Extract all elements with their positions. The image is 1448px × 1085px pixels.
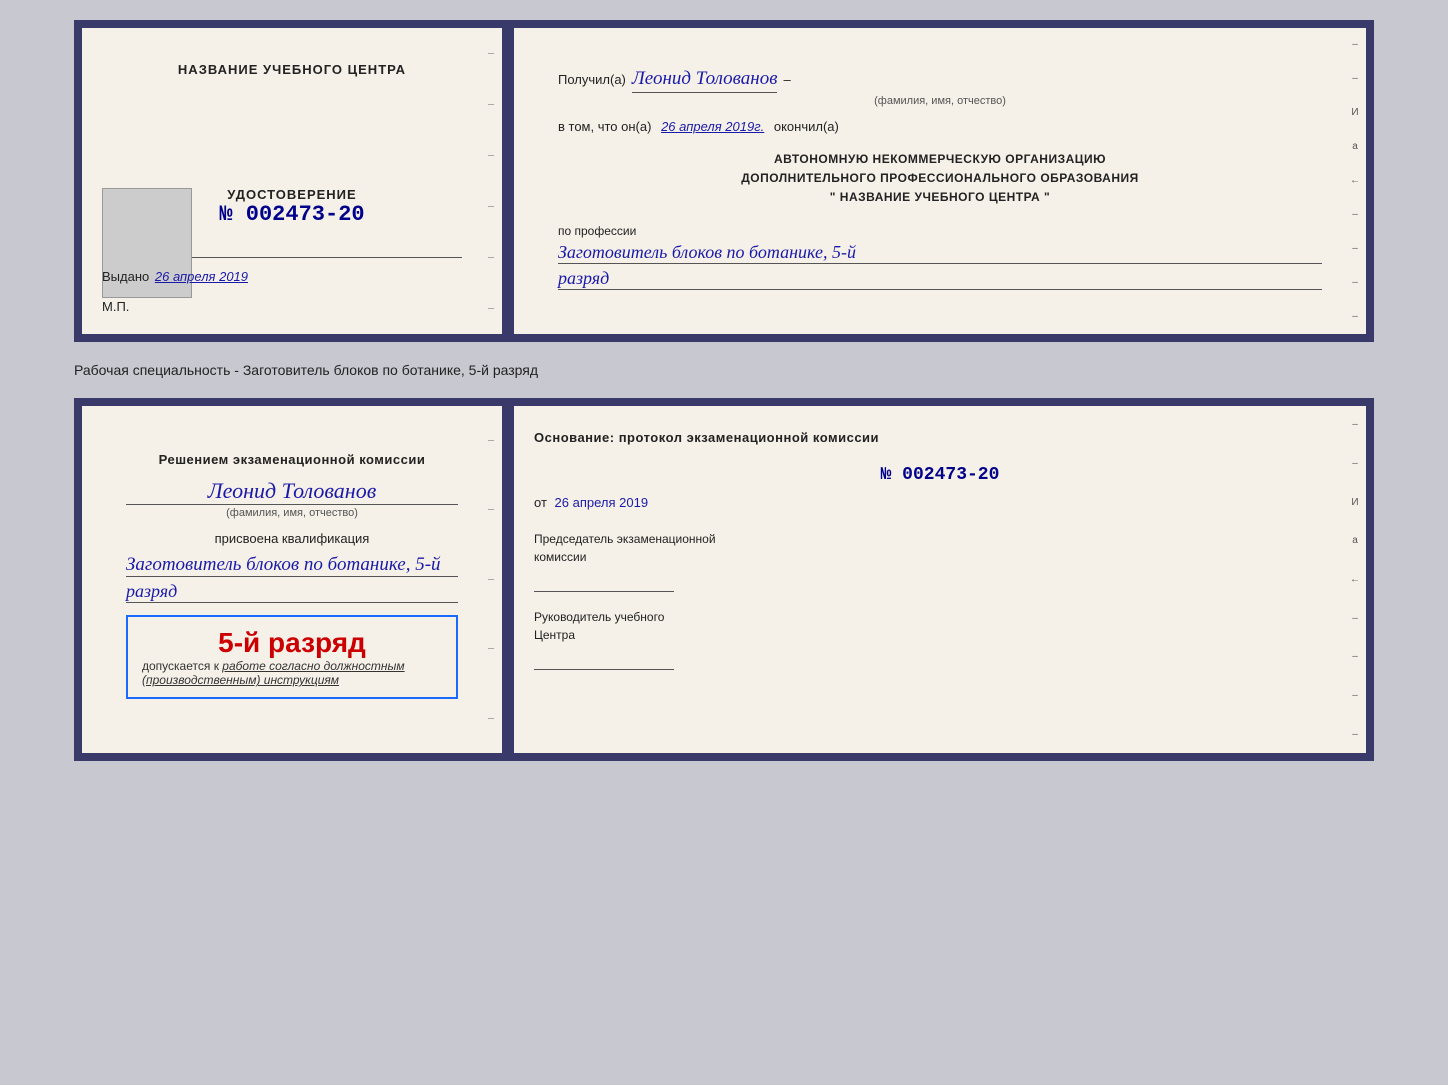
fio-sublabel-bottom: (фамилия, имя, отчество) bbox=[126, 507, 458, 519]
resheniyem-line: Решением экзаменационной комиссии bbox=[126, 450, 458, 471]
protocol-number: № 002473-20 bbox=[534, 465, 1346, 485]
rukovoditel-line2: Центра bbox=[534, 626, 1346, 644]
right-edge-marks-top: – – И а ← – – – – bbox=[1348, 28, 1362, 334]
subtitle-text: Рабочая специальность - Заготовитель бло… bbox=[74, 362, 538, 378]
org-line3: " НАЗВАНИЕ УЧЕБНОГО ЦЕНТРА " bbox=[558, 188, 1322, 207]
vtom-row: в том, что он(а) 26 апреля 2019г. окончи… bbox=[558, 119, 1322, 134]
bottom-cert-left: Решением экзаменационной комиссии Леонид… bbox=[82, 406, 502, 754]
rukovoditel-line1: Руководитель учебного bbox=[534, 608, 1346, 626]
predsedatel-line2: комиссии bbox=[534, 548, 1346, 566]
mark-dash6: – bbox=[1352, 311, 1358, 322]
rukovoditel-signature bbox=[534, 650, 674, 670]
right-content-top: Получил(а) Леонид Толованов – (фамилия, … bbox=[534, 52, 1346, 310]
okonchil-label: окончил(а) bbox=[774, 119, 839, 134]
tick6 bbox=[488, 308, 494, 309]
prisvoena-line: присвоена квалификация bbox=[126, 531, 458, 546]
center-title-top: НАЗВАНИЕ УЧЕБНОГО ЦЕНТРА bbox=[102, 62, 482, 77]
border-marks-top-left bbox=[484, 28, 498, 334]
poluchil-row: Получил(а) Леонид Толованов – bbox=[558, 68, 1322, 93]
bmark-arrow: ← bbox=[1350, 574, 1360, 585]
top-certificate: НАЗВАНИЕ УЧЕБНОГО ЦЕНТРА УДОСТОВЕРЕНИЕ №… bbox=[74, 20, 1374, 342]
top-cert-left: НАЗВАНИЕ УЧЕБНОГО ЦЕНТРА УДОСТОВЕРЕНИЕ №… bbox=[82, 28, 502, 334]
predsedatel-block: Председатель экзаменационной комиссии bbox=[534, 530, 1346, 592]
poluchil-prefix: Получил(а) bbox=[558, 72, 626, 87]
razryad-bottom: разряд bbox=[126, 581, 458, 603]
vydano-date: 26 апреля 2019 bbox=[155, 269, 248, 284]
mark-а: а bbox=[1352, 141, 1358, 152]
mark-arrow: ← bbox=[1350, 175, 1360, 186]
mark-dash5: – bbox=[1352, 277, 1358, 288]
tick5 bbox=[488, 257, 494, 258]
resheniyem-block: Решением экзаменационной комиссии bbox=[126, 450, 458, 471]
razryad-text-top: разряд bbox=[558, 268, 1322, 290]
stamp-rank-text: 5-й разряд bbox=[142, 627, 442, 659]
recipient-name-top: Леонид Толованов bbox=[632, 68, 778, 93]
tick2 bbox=[488, 104, 494, 105]
mp-label: М.П. bbox=[102, 299, 129, 314]
divider-top bbox=[506, 28, 510, 334]
bottom-cert-right: Основание: протокол экзаменационной коми… bbox=[514, 406, 1366, 754]
recipient-name-bottom: Леонид Толованов bbox=[126, 478, 458, 505]
border-marks-bottom-left bbox=[484, 406, 498, 754]
btick3 bbox=[488, 579, 494, 580]
org-line2: ДОПОЛНИТЕЛЬНОГО ПРОФЕССИОНАЛЬНОГО ОБРАЗО… bbox=[558, 169, 1322, 188]
predsedatel-line1: Председатель экзаменационной bbox=[534, 530, 1346, 548]
tick4 bbox=[488, 206, 494, 207]
subtitle-bar: Рабочая специальность - Заготовитель бло… bbox=[74, 358, 1374, 382]
vtom-date: 26 апреля 2019г. bbox=[661, 119, 764, 134]
bmark-dash3: – bbox=[1352, 613, 1358, 624]
mark-dash2: – bbox=[1352, 73, 1358, 84]
kval-text: Заготовитель блоков по ботанике, 5-й bbox=[126, 554, 458, 577]
predsedatel-signature bbox=[534, 572, 674, 592]
bmark-И: И bbox=[1351, 497, 1358, 508]
bottom-certificate: Решением экзаменационной комиссии Леонид… bbox=[74, 398, 1374, 762]
bmark-dash2: – bbox=[1352, 458, 1358, 469]
top-cert-right: Получил(а) Леонид Толованов – (фамилия, … bbox=[514, 28, 1366, 334]
bmark-dash6: – bbox=[1352, 729, 1358, 740]
vtom-prefix: в том, что он(а) bbox=[558, 119, 651, 134]
bmark-dash5: – bbox=[1352, 690, 1358, 701]
right-edge-marks-bottom: – – И а ← – – – – bbox=[1348, 406, 1362, 754]
btick2 bbox=[488, 509, 494, 510]
divider-bottom bbox=[506, 406, 510, 754]
btick1 bbox=[488, 440, 494, 441]
dopuskaetsya-prefix: допускается к bbox=[142, 659, 219, 673]
btick5 bbox=[488, 718, 494, 719]
bottom-left-content: Решением экзаменационной комиссии Леонид… bbox=[102, 430, 482, 730]
ot-line: от 26 апреля 2019 bbox=[534, 495, 1346, 510]
vydano-line: Выдано 26 апреля 2019 bbox=[102, 269, 248, 284]
ot-label: от bbox=[534, 495, 547, 510]
dash-top: – bbox=[783, 72, 790, 87]
tick1 bbox=[488, 53, 494, 54]
mark-dash1: – bbox=[1352, 39, 1358, 50]
btick4 bbox=[488, 648, 494, 649]
mark-dash3: – bbox=[1352, 209, 1358, 220]
bmark-а: а bbox=[1352, 535, 1358, 546]
mark-И: И bbox=[1351, 107, 1358, 118]
org-line1: АВТОНОМНУЮ НЕКОММЕРЧЕСКУЮ ОРГАНИЗАЦИЮ bbox=[558, 150, 1322, 169]
po-professii-label: по профессии bbox=[558, 224, 1322, 238]
bottom-right-content: Основание: протокол экзаменационной коми… bbox=[534, 430, 1346, 670]
bmark-dash1: – bbox=[1352, 419, 1358, 430]
tick3 bbox=[488, 155, 494, 156]
profession-block: по профессии Заготовитель блоков по бота… bbox=[558, 224, 1322, 290]
osnovanie-label: Основание: протокол экзаменационной коми… bbox=[534, 430, 879, 445]
rukovoditel-block: Руководитель учебного Центра bbox=[534, 608, 1346, 670]
bmark-dash4: – bbox=[1352, 651, 1358, 662]
mark-dash4: – bbox=[1352, 243, 1358, 254]
dopuskaetsya-line: допускается к работе согласно должностны… bbox=[142, 659, 442, 687]
ot-date: 26 апреля 2019 bbox=[555, 495, 649, 510]
profession-text: Заготовитель блоков по ботанике, 5-й bbox=[558, 242, 1322, 264]
stamp-box: 5-й разряд допускается к работе согласно… bbox=[126, 615, 458, 699]
osnovanie-block: Основание: протокол экзаменационной коми… bbox=[534, 430, 1346, 445]
fio-sublabel-top: (фамилия, имя, отчество) bbox=[558, 95, 1322, 107]
vydano-label: Выдано bbox=[102, 269, 149, 284]
org-block: АВТОНОМНУЮ НЕКОММЕРЧЕСКУЮ ОРГАНИЗАЦИЮ ДО… bbox=[558, 150, 1322, 208]
